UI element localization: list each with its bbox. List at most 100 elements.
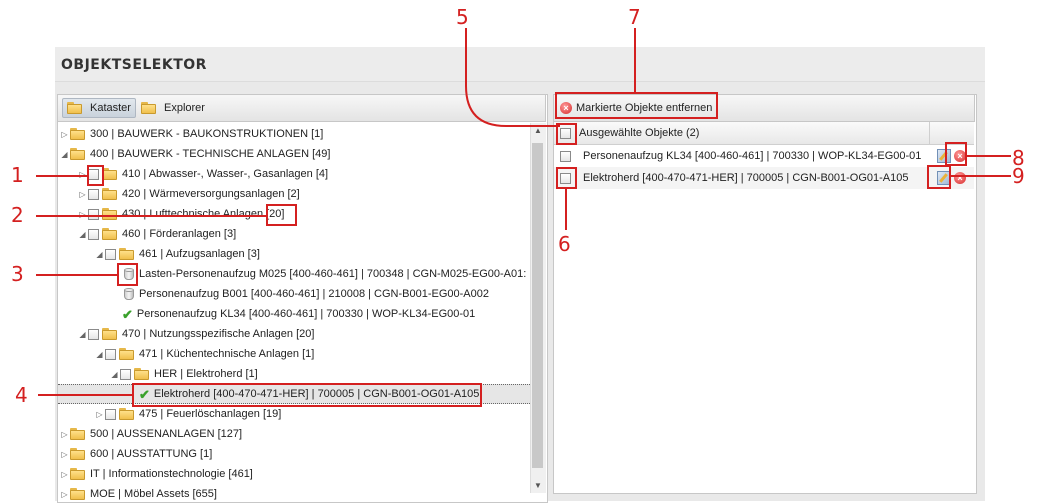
tree-node-moe[interactable]: ▷ MOE | Möbel Assets [655] [60, 484, 217, 501]
tree-node-label: 410 | Abwasser-, Wasser-, Gasanlagen [4] [122, 168, 329, 180]
kataster-button[interactable]: Kataster [62, 98, 136, 118]
tree-node-410[interactable]: ▷ 410 | Abwasser-, Wasser-, Gasanlagen [… [78, 164, 328, 184]
expand-arrow-icon[interactable]: ▷ [78, 210, 87, 219]
tree-node-label: 461 | Aufzugsanlagen [3] [139, 248, 260, 260]
tree-checkbox[interactable] [88, 188, 99, 200]
collapse-arrow-icon[interactable]: ◢ [78, 330, 87, 339]
selected-row-label: Elektroherd [400-470-471-HER] | 700005 |… [583, 172, 909, 184]
tree-node-label: 500 | AUSSENANLAGEN [127] [90, 428, 243, 440]
annotation-box [555, 92, 718, 119]
folder-icon [102, 228, 118, 240]
collapse-arrow-icon[interactable]: ◢ [60, 150, 69, 159]
collapse-arrow-icon[interactable]: ◢ [78, 230, 87, 239]
folder-icon [70, 468, 86, 480]
tree-node-label: HER | Elektroherd [1] [154, 368, 258, 380]
tree-node-her[interactable]: ◢ HER | Elektroherd [1] [110, 364, 258, 384]
annotation-number: 3 [11, 262, 24, 286]
folder-icon [102, 328, 118, 340]
explorer-button[interactable]: Explorer [137, 98, 209, 118]
collapse-arrow-icon[interactable]: ◢ [95, 350, 104, 359]
tree-checkbox[interactable] [88, 328, 99, 340]
tree-node-500[interactable]: ▷ 500 | AUSSENANLAGEN [127] [60, 424, 242, 444]
collapse-arrow-icon[interactable]: ◢ [95, 250, 104, 259]
tree-checkbox[interactable] [105, 408, 116, 420]
selected-row-label: Personenaufzug KL34 [400-460-461] | 7003… [583, 150, 922, 162]
annotation-line [951, 175, 1011, 177]
folder-icon [67, 102, 83, 114]
tree-checkbox[interactable] [105, 248, 116, 260]
tree-node-460[interactable]: ◢ 460 | Förderanlagen [3] [78, 224, 236, 244]
tree-node-300[interactable]: ▷ 300 | BAUWERK - BAUKONSTRUKTIONEN [1] [60, 124, 323, 144]
tree-node-label: 430 | Lufttechnische Anlagen [122, 208, 264, 220]
annotation-number: 4 [15, 383, 28, 407]
collapse-arrow-icon[interactable]: ◢ [110, 370, 119, 379]
expand-arrow-icon[interactable]: ▷ [78, 190, 87, 199]
folder-icon [70, 428, 86, 440]
folder-icon [102, 168, 118, 180]
annotation-box [266, 204, 297, 226]
annotation-line [634, 28, 636, 93]
folder-icon [70, 128, 86, 140]
tree-node-420[interactable]: ▷ 420 | Wärmeversorgungsanlagen [2] [78, 184, 300, 204]
tree-node-471[interactable]: ◢ 471 | Küchentechnische Anlagen [1] [95, 344, 314, 364]
annotation-box [556, 167, 577, 189]
annotation-number: 1 [11, 163, 24, 187]
tree-leaf-label: Lasten-Personenaufzug M025 [400-460-461]… [139, 268, 527, 280]
annotation-box [87, 165, 104, 186]
delete-icon[interactable]: × [954, 172, 966, 184]
tree-checkbox[interactable] [88, 228, 99, 240]
scroll-down-icon[interactable]: ▼ [533, 481, 543, 491]
expand-arrow-icon[interactable]: ▷ [60, 490, 69, 499]
tree-node-label: IT | Informationstechnologie [461] [90, 468, 253, 480]
tree-node-label: 600 | AUSSTATTUNG [1] [90, 448, 213, 460]
row-checkbox[interactable] [560, 150, 571, 162]
folder-icon [141, 102, 157, 114]
annotation-box [927, 165, 951, 189]
tree-node-it[interactable]: ▷ IT | Informationstechnologie [461] [60, 464, 253, 484]
tree-node-label: 460 | Förderanlagen [3] [122, 228, 237, 240]
annotation-line [36, 175, 88, 177]
tree-node-461[interactable]: ◢ 461 | Aufzugsanlagen [3] [95, 244, 260, 264]
folder-icon [119, 348, 135, 360]
tree-leaf-b001[interactable]: Personenaufzug B001 [400-460-461] | 2100… [124, 284, 489, 304]
explorer-label: Explorer [164, 102, 205, 114]
tree-node-470[interactable]: ◢ 470 | Nutzungsspezifische Anlagen [20] [78, 324, 314, 344]
annotation-number: 7 [628, 5, 641, 29]
annotation-leader [465, 28, 560, 127]
annotation-number: 9 [1012, 164, 1025, 188]
annotation-box [556, 123, 577, 145]
selected-row[interactable]: Personenaufzug KL34 [400-460-461] | 7003… [554, 145, 974, 167]
selected-row[interactable]: Elektroherd [400-470-471-HER] | 700005 |… [554, 167, 974, 189]
tree-scrollbar-thumb[interactable] [532, 143, 543, 468]
tree-node-475[interactable]: ▷ 475 | Feuerlöschanlagen [19] [95, 404, 281, 424]
annotation-line [36, 274, 118, 276]
tree-node-600[interactable]: ▷ 600 | AUSSTATTUNG [1] [60, 444, 212, 464]
expand-arrow-icon[interactable]: ▷ [60, 130, 69, 139]
expand-arrow-icon[interactable]: ▷ [60, 470, 69, 479]
tree-node-label: 400 | BAUWERK - TECHNISCHE ANLAGEN [49] [90, 148, 331, 160]
folder-icon [102, 188, 118, 200]
panel-title: OBJEKTSELEKTOR [61, 57, 207, 73]
tree-checkbox[interactable] [105, 348, 116, 360]
expand-arrow-icon[interactable]: ▷ [60, 430, 69, 439]
folder-icon [134, 368, 150, 380]
annotation-line [565, 188, 567, 230]
tree-node-430[interactable]: ▷ 430 | Lufttechnische Anlagen [20] [78, 204, 284, 224]
tree-checkbox[interactable] [88, 208, 99, 220]
checkmark-icon[interactable]: ✔ [122, 308, 133, 321]
tree-checkbox[interactable] [120, 368, 131, 380]
annotation-box [132, 383, 482, 407]
expand-arrow-icon[interactable]: ▷ [95, 410, 104, 419]
tree-node-label: 470 | Nutzungsspezifische Anlagen [20] [122, 328, 315, 340]
expand-arrow-icon[interactable]: ▷ [60, 450, 69, 459]
expand-arrow-icon[interactable]: ▷ [78, 170, 87, 179]
tree-leaf-label: Personenaufzug B001 [400-460-461] | 2100… [139, 288, 490, 300]
tree-node-400[interactable]: ◢ 400 | BAUWERK - TECHNISCHE ANLAGEN [49… [60, 144, 330, 164]
annotation-number: 2 [11, 203, 24, 227]
tree-leaf-kl34[interactable]: ✔ Personenaufzug KL34 [400-460-461] | 70… [122, 304, 475, 324]
folder-icon [70, 448, 86, 460]
grid-column-divider [929, 122, 930, 144]
asset-icon[interactable] [124, 287, 134, 301]
tree-leaf-label: Personenaufzug KL34 [400-460-461] | 7003… [136, 308, 476, 320]
tree-leaf-m025[interactable]: Lasten-Personenaufzug M025 [400-460-461]… [124, 264, 526, 284]
